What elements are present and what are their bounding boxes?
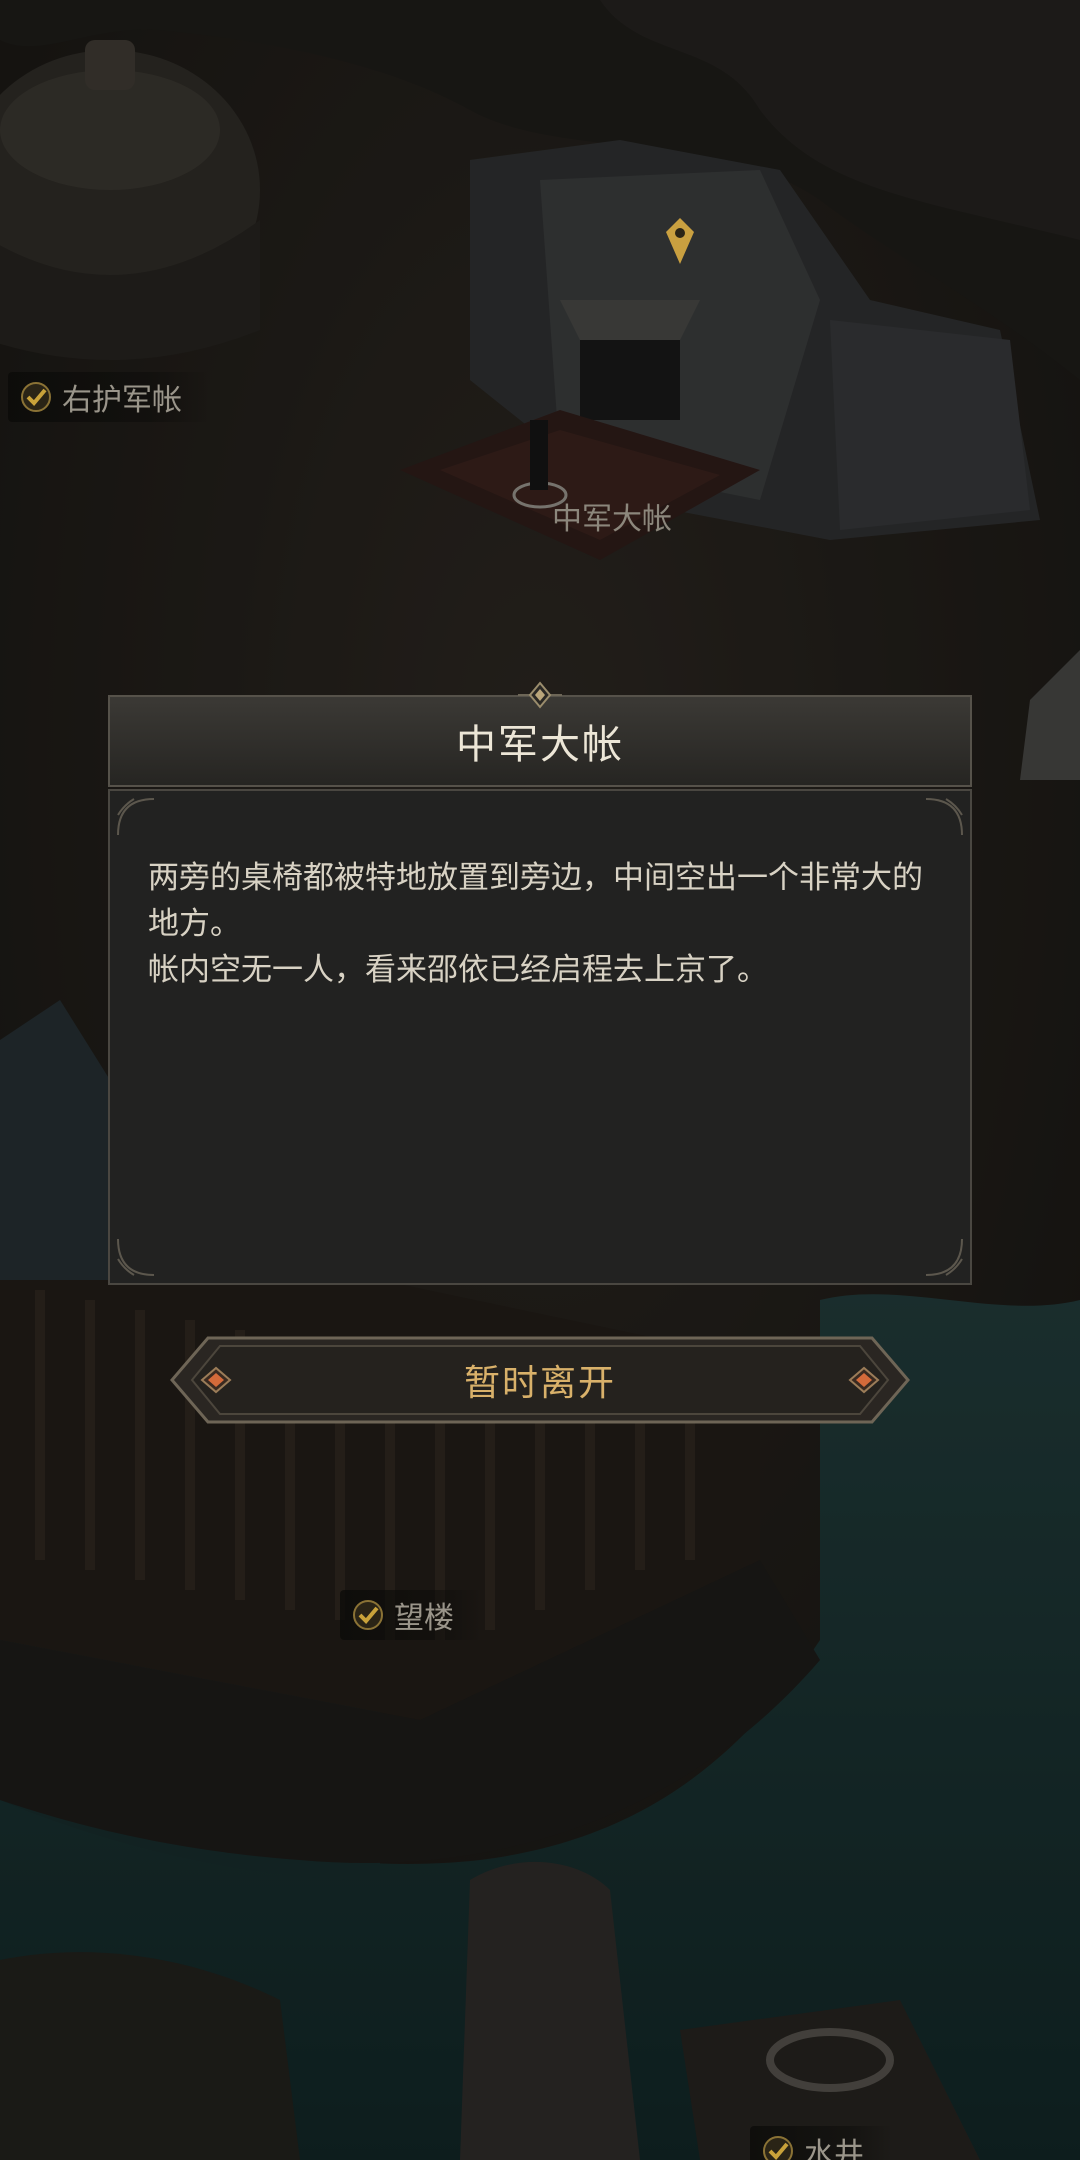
map-location-central-tent[interactable]: 中军大帐 [552, 494, 672, 538]
check-badge-icon [20, 381, 52, 413]
corner-ornament-icon [117, 798, 155, 836]
check-badge-icon [762, 2135, 794, 2160]
dialog-paragraph: 两旁的桌椅都被特地放置到旁边，中间空出一个非常大的地方。 [148, 860, 923, 942]
leave-button[interactable]: 暂时离开 [168, 1332, 912, 1428]
dialog-description: 两旁的桌椅都被特地放置到旁边，中间空出一个非常大的地方。 帐内空无一人，看来邵依… [148, 855, 938, 993]
corner-ornament-icon [925, 1238, 963, 1276]
corner-ornament-icon [925, 798, 963, 836]
dialog-paragraph: 帐内空无一人，看来邵依已经启程去上京了。 [148, 952, 768, 988]
location-label-text: 水井 [804, 2137, 864, 2160]
map-location-right-guard-tent[interactable]: 右护军帐 [8, 372, 210, 422]
map-location-well[interactable]: 水井 [750, 2126, 892, 2160]
map-location-watchtower[interactable]: 望楼 [340, 1590, 482, 1640]
location-label-text: 望楼 [394, 1601, 454, 1636]
location-pin-icon[interactable] [666, 218, 694, 264]
corner-ornament-icon [117, 1238, 155, 1276]
leave-button-label: 暂时离开 [463, 1363, 616, 1404]
location-dialog: 中军大帐 两旁的桌椅都被特地放置到旁边，中间空出一个非常大的地方。 帐内空无一人… [108, 681, 972, 1285]
dialog-title: 中军大帐 [456, 722, 624, 768]
ornament-diamond-icon [518, 681, 562, 709]
location-label-text: 右护军帐 [62, 383, 182, 418]
check-badge-icon [352, 1599, 384, 1631]
